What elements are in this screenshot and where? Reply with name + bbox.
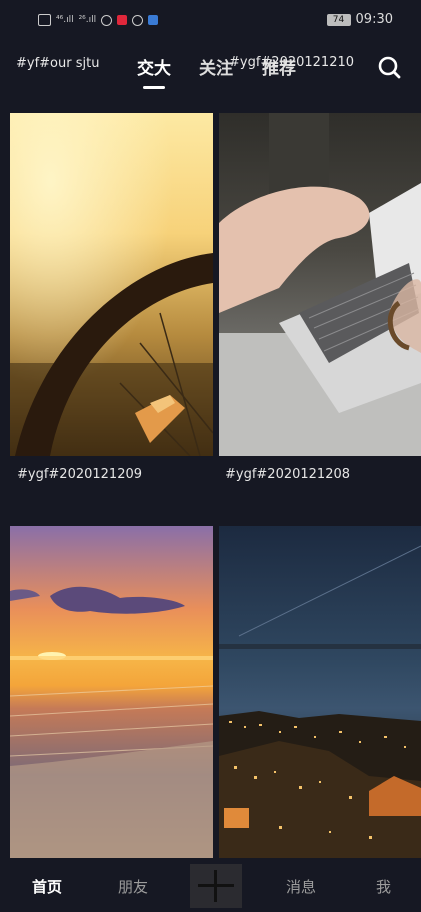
feed-item-caption: #ygf#2020121209 — [17, 467, 143, 482]
nav-friends[interactable]: 朋友 — [118, 876, 148, 897]
tab-jiaoda[interactable]: 交大 — [137, 54, 171, 79]
wifi-icon — [101, 14, 113, 26]
active-tab-indicator — [143, 86, 165, 89]
nav-messages[interactable]: 消息 — [286, 876, 316, 897]
status-icons-right: 74 09:30 — [326, 12, 393, 27]
signal-icon-2: ²⁶.ıll — [78, 15, 97, 25]
video-thumbnail — [219, 113, 421, 456]
app-notification-icon — [117, 15, 128, 25]
overlay-hashtag: #ygf#2020121210 — [229, 55, 355, 70]
video-thumbnail — [10, 113, 213, 456]
channel-tag[interactable]: #yf#our sjtu — [16, 56, 99, 71]
nav-me[interactable]: 我 — [376, 876, 391, 897]
nav-home[interactable]: 首页 — [32, 876, 62, 897]
feed-item-video[interactable] — [219, 113, 421, 456]
eye-icon — [132, 14, 144, 26]
feed-item-video[interactable] — [219, 526, 421, 858]
signal-icon: ⁴⁶.ıll — [56, 15, 74, 25]
create-button[interactable] — [190, 864, 242, 908]
bottom-nav-bar: 首页 朋友 消息 我 — [0, 858, 421, 912]
status-bar: ⁴⁶.ıll ²⁶.ıll 74 09:30 — [0, 0, 421, 44]
feed-item-caption: #ygf#2020121208 — [225, 467, 351, 482]
tab-following[interactable]: 关注 — [199, 54, 233, 79]
status-icons-left: ⁴⁶.ıll ²⁶.ıll — [38, 14, 159, 26]
app-notification-icon-2 — [148, 15, 159, 25]
feed-item-video[interactable] — [10, 113, 213, 456]
top-nav-bar: #yf#our sjtu 交大 关注 推荐 #ygf#2020121210 — [0, 44, 421, 104]
video-thumbnail — [219, 526, 421, 858]
feed-item-video[interactable] — [10, 526, 213, 858]
search-button[interactable] — [375, 53, 405, 83]
clock: 09:30 — [355, 12, 393, 27]
search-icon — [378, 56, 401, 79]
video-thumbnail — [10, 526, 213, 858]
battery-icon: 74 — [326, 13, 351, 26]
hd-icon — [38, 14, 51, 26]
